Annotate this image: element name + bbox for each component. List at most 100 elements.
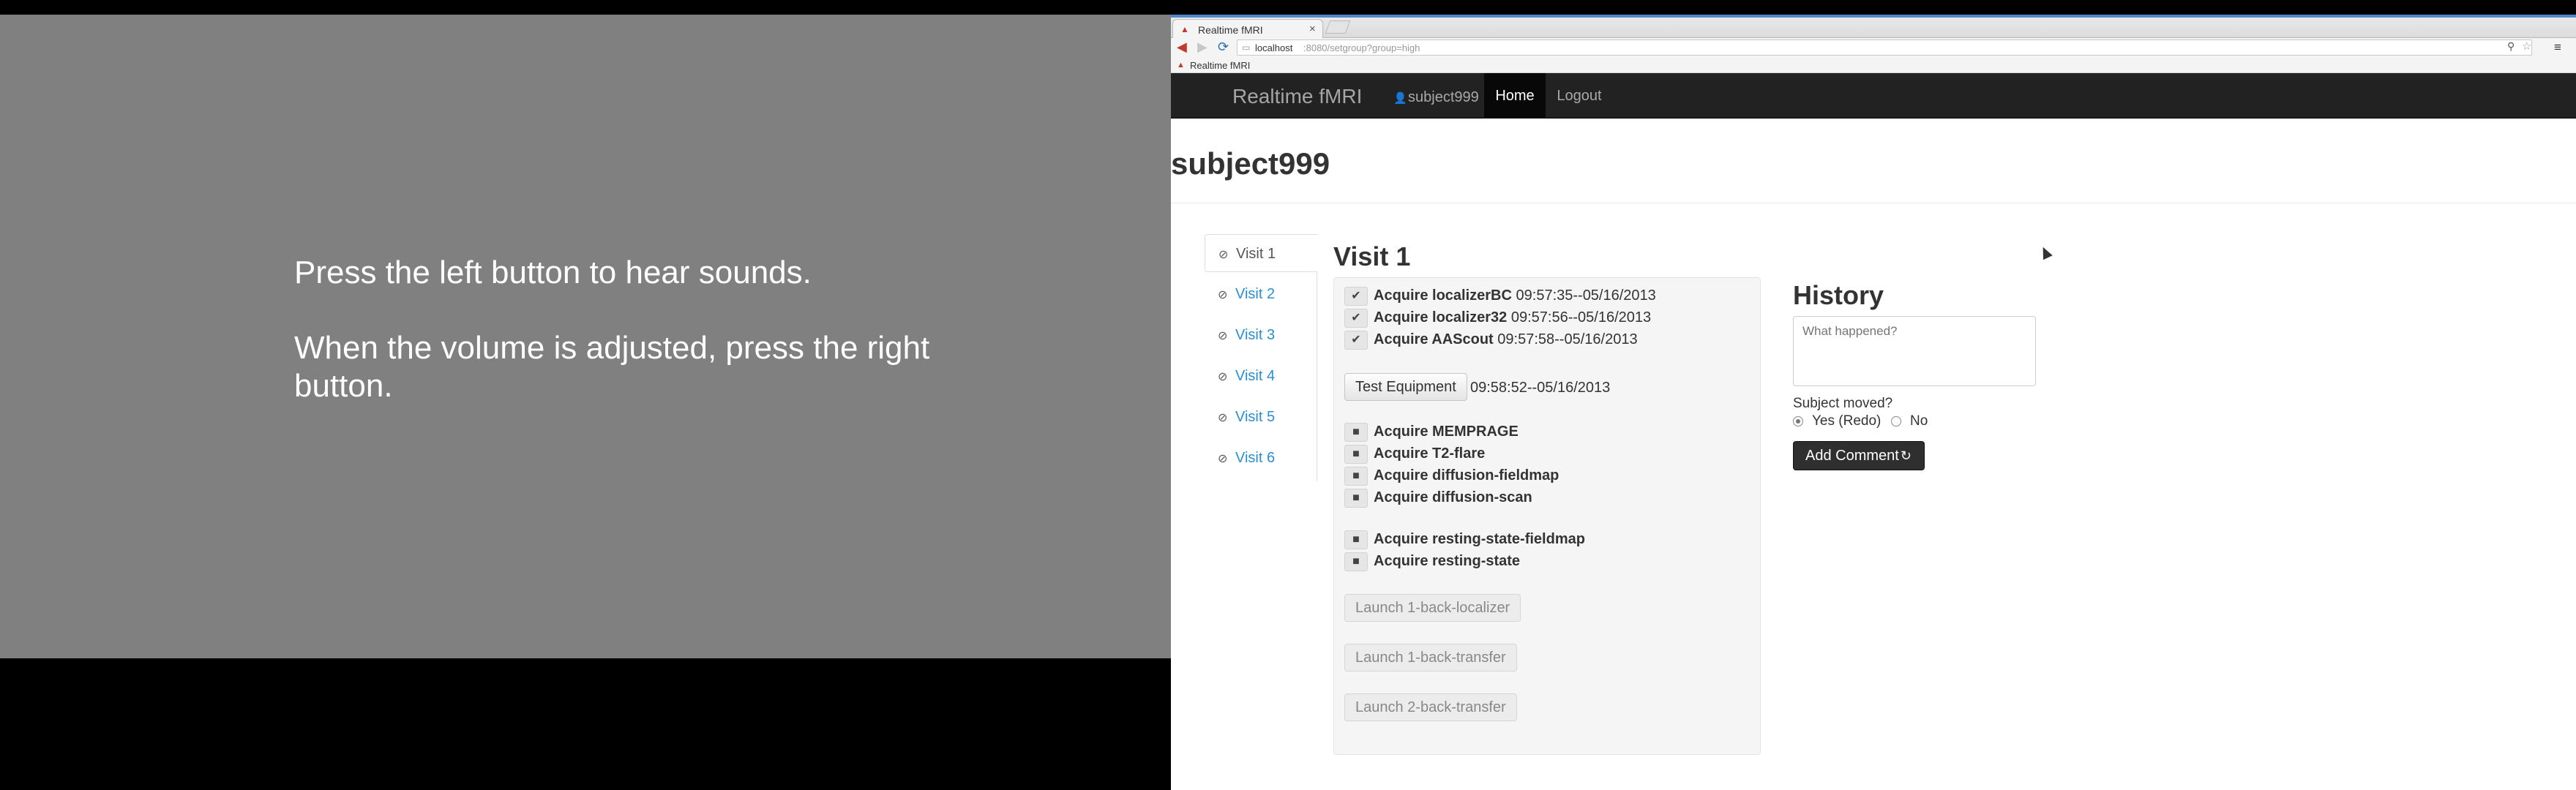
step-pending: ■ Acquire MEMPRAGE: [1344, 421, 1519, 442]
stimulus-screen: Press the left button to hear sounds. Wh…: [0, 15, 1171, 658]
refresh-icon: ↻: [1900, 448, 1912, 463]
check-circle-icon: ⊘: [1218, 289, 1228, 301]
mouse-cursor: [2038, 244, 2053, 260]
visit-tabs: ⊘ Visit 1 ⊘ Visit 2 ⊘ Visit 3 ⊘ Visit 4 ⊘ Vis…: [1205, 234, 1318, 481]
step-pending: ■ Acquire diffusion-fieldmap: [1344, 465, 1559, 486]
step-name: Acquire MEMPRAGE: [1374, 424, 1519, 440]
tab-visit-3[interactable]: ⊘ Visit 3: [1205, 316, 1317, 354]
stop-square-icon[interactable]: ■: [1344, 444, 1368, 464]
step-done: ✔ Acquire localizerBC 09:57:35--05/16/201…: [1344, 285, 1656, 306]
tab-strip-accent: [1171, 15, 2576, 18]
test-equipment-button[interactable]: Test Equipment: [1344, 373, 1467, 401]
favicon-icon: ▲: [1180, 24, 1189, 34]
step-name: Acquire AAScout: [1374, 331, 1494, 347]
navbar-user[interactable]: 👤subject999: [1393, 89, 1479, 106]
browser-tab[interactable]: ▲ Realtime fMRI ×: [1172, 19, 1323, 38]
stimulus-instruction-1: Press the left button to hear sounds.: [294, 255, 812, 290]
check-circle-icon: ⊘: [1218, 330, 1228, 342]
navbar: Realtime fMRI 👤subject999 Home Logout: [1171, 73, 2576, 118]
add-comment-label: Add Comment: [1805, 448, 1899, 464]
check-circle-icon: ⊘: [1218, 453, 1228, 465]
step-name: Acquire localizerBC: [1374, 287, 1512, 304]
tab-strip: ▲ Realtime fMRI ×: [1171, 15, 2576, 38]
reload-icon[interactable]: ⟳: [1218, 40, 1229, 53]
nav-logout-link[interactable]: Logout: [1549, 73, 1610, 118]
browser-window: ▲ Realtime fMRI × ◀ ▶ ⟳ ▭ localhost :808…: [1171, 15, 2576, 790]
tab-label: Visit 6: [1235, 450, 1276, 466]
stop-square-icon[interactable]: ■: [1344, 488, 1368, 508]
tab-visit-6[interactable]: ⊘ Visit 6: [1205, 439, 1317, 477]
launch-1-back-transfer-button[interactable]: Launch 1-back-transfer: [1344, 644, 1517, 672]
visit-title: Visit 1: [1333, 241, 1411, 271]
history-heading: History: [1793, 280, 1884, 310]
page-title: subject999: [1171, 146, 1330, 181]
check-icon[interactable]: ✔: [1344, 308, 1368, 328]
add-comment-button[interactable]: Add Comment ↻: [1793, 441, 1925, 470]
stop-square-icon[interactable]: ■: [1344, 530, 1368, 549]
step-pending: ■ Acquire resting-state: [1344, 551, 1520, 571]
check-circle-icon: ⊘: [1218, 412, 1228, 424]
tab-visit-1[interactable]: ⊘ Visit 1: [1205, 234, 1318, 272]
check-icon[interactable]: ✔: [1344, 286, 1368, 306]
step-time: 09:57:58--05/16/2013: [1497, 331, 1638, 347]
page-icon: ▭: [1242, 42, 1251, 53]
step-name: Acquire resting-state: [1374, 553, 1521, 569]
step-name: Acquire resting-state-fieldmap: [1374, 531, 1585, 547]
subject-moved-label: Subject moved?: [1793, 396, 1893, 411]
screen: Press the left button to hear sounds. Wh…: [0, 0, 2576, 790]
stimulus-instruction-2: When the volume is adjusted, press the r…: [294, 330, 930, 404]
tab-label: Visit 3: [1235, 327, 1276, 343]
nav-home-link[interactable]: Home: [1484, 73, 1546, 118]
user-icon: 👤: [1393, 92, 1407, 105]
step-done: ✔ Acquire AAScout 09:57:58--05/16/2013: [1344, 329, 1638, 350]
step-time: 09:57:56--05/16/2013: [1510, 309, 1652, 326]
tab-visit-4[interactable]: ⊘ Visit 4: [1205, 357, 1317, 395]
step-name: Acquire localizer32: [1374, 309, 1508, 326]
address-bar[interactable]: ▭ localhost :8080/setgroup?group=high: [1237, 40, 2532, 56]
check-circle-icon: ⊘: [1218, 249, 1229, 261]
stop-square-icon[interactable]: ■: [1344, 466, 1368, 486]
bookmark-item[interactable]: Realtime fMRI: [1190, 60, 1250, 71]
tab-label: Visit 2: [1235, 286, 1276, 302]
step-time: 09:57:35--05/16/2013: [1516, 287, 1656, 304]
close-icon[interactable]: ×: [1309, 23, 1316, 35]
yes-redo-label[interactable]: Yes (Redo): [1812, 413, 1881, 429]
back-arrow-icon[interactable]: ◀: [1177, 40, 1187, 53]
test-equipment-time: 09:58:52--05/16/2013: [1470, 380, 1611, 396]
step-done: ✔ Acquire localizer32 09:57:56--05/16/201…: [1344, 307, 1651, 328]
navbar-user-name: subject999: [1408, 89, 1479, 105]
magnifier-icon[interactable]: ⚲: [2507, 40, 2515, 53]
yes-redo-radio[interactable]: [1793, 416, 1803, 426]
tab-title: Realtime fMRI: [1198, 24, 1263, 36]
launch-1-back-localizer-button[interactable]: Launch 1-back-localizer: [1344, 594, 1521, 622]
check-circle-icon: ⊘: [1218, 371, 1228, 383]
tab-visit-2[interactable]: ⊘ Visit 2: [1205, 275, 1317, 313]
star-icon[interactable]: ☆: [2522, 40, 2531, 53]
tab-label: Visit 4: [1235, 368, 1276, 384]
bookmark-favicon-icon: ▲: [1177, 61, 1185, 69]
url-host: localhost: [1255, 42, 1293, 53]
menu-icon[interactable]: ≡: [2554, 40, 2561, 55]
no-radio[interactable]: [1891, 416, 1901, 426]
forward-arrow-icon[interactable]: ▶: [1197, 40, 1208, 53]
step-pending: ■ Acquire resting-state-fieldmap: [1344, 529, 1585, 549]
browser-toolbar: ◀ ▶ ⟳ ▭ localhost :8080/setgroup?group=h…: [1171, 38, 2576, 57]
history-textarea[interactable]: [1793, 316, 2036, 386]
stop-square-icon[interactable]: ■: [1344, 422, 1368, 442]
step-pending: ■ Acquire diffusion-scan: [1344, 487, 1532, 508]
tab-visit-5[interactable]: ⊘ Visit 5: [1205, 398, 1317, 436]
check-icon[interactable]: ✔: [1344, 330, 1368, 350]
step-pending: ■ Acquire T2-flare: [1344, 443, 1485, 464]
no-label[interactable]: No: [1910, 413, 1928, 429]
step-name: Acquire diffusion-fieldmap: [1374, 467, 1560, 484]
step-name: Acquire T2-flare: [1374, 445, 1486, 462]
url-path: :8080/setgroup?group=high: [1303, 42, 1420, 53]
bookmarks-bar: ▲ Realtime fMRI: [1171, 57, 2576, 73]
navbar-brand[interactable]: Realtime fMRI: [1232, 85, 1362, 108]
tab-label: Visit 5: [1235, 409, 1276, 425]
steps-panel: ✔ Acquire localizerBC 09:57:35--05/16/201…: [1333, 277, 1761, 755]
new-tab-button[interactable]: [1325, 20, 1351, 34]
tab-label: Visit 1: [1236, 246, 1276, 262]
stop-square-icon[interactable]: ■: [1344, 552, 1368, 571]
launch-2-back-transfer-button[interactable]: Launch 2-back-transfer: [1344, 693, 1517, 721]
